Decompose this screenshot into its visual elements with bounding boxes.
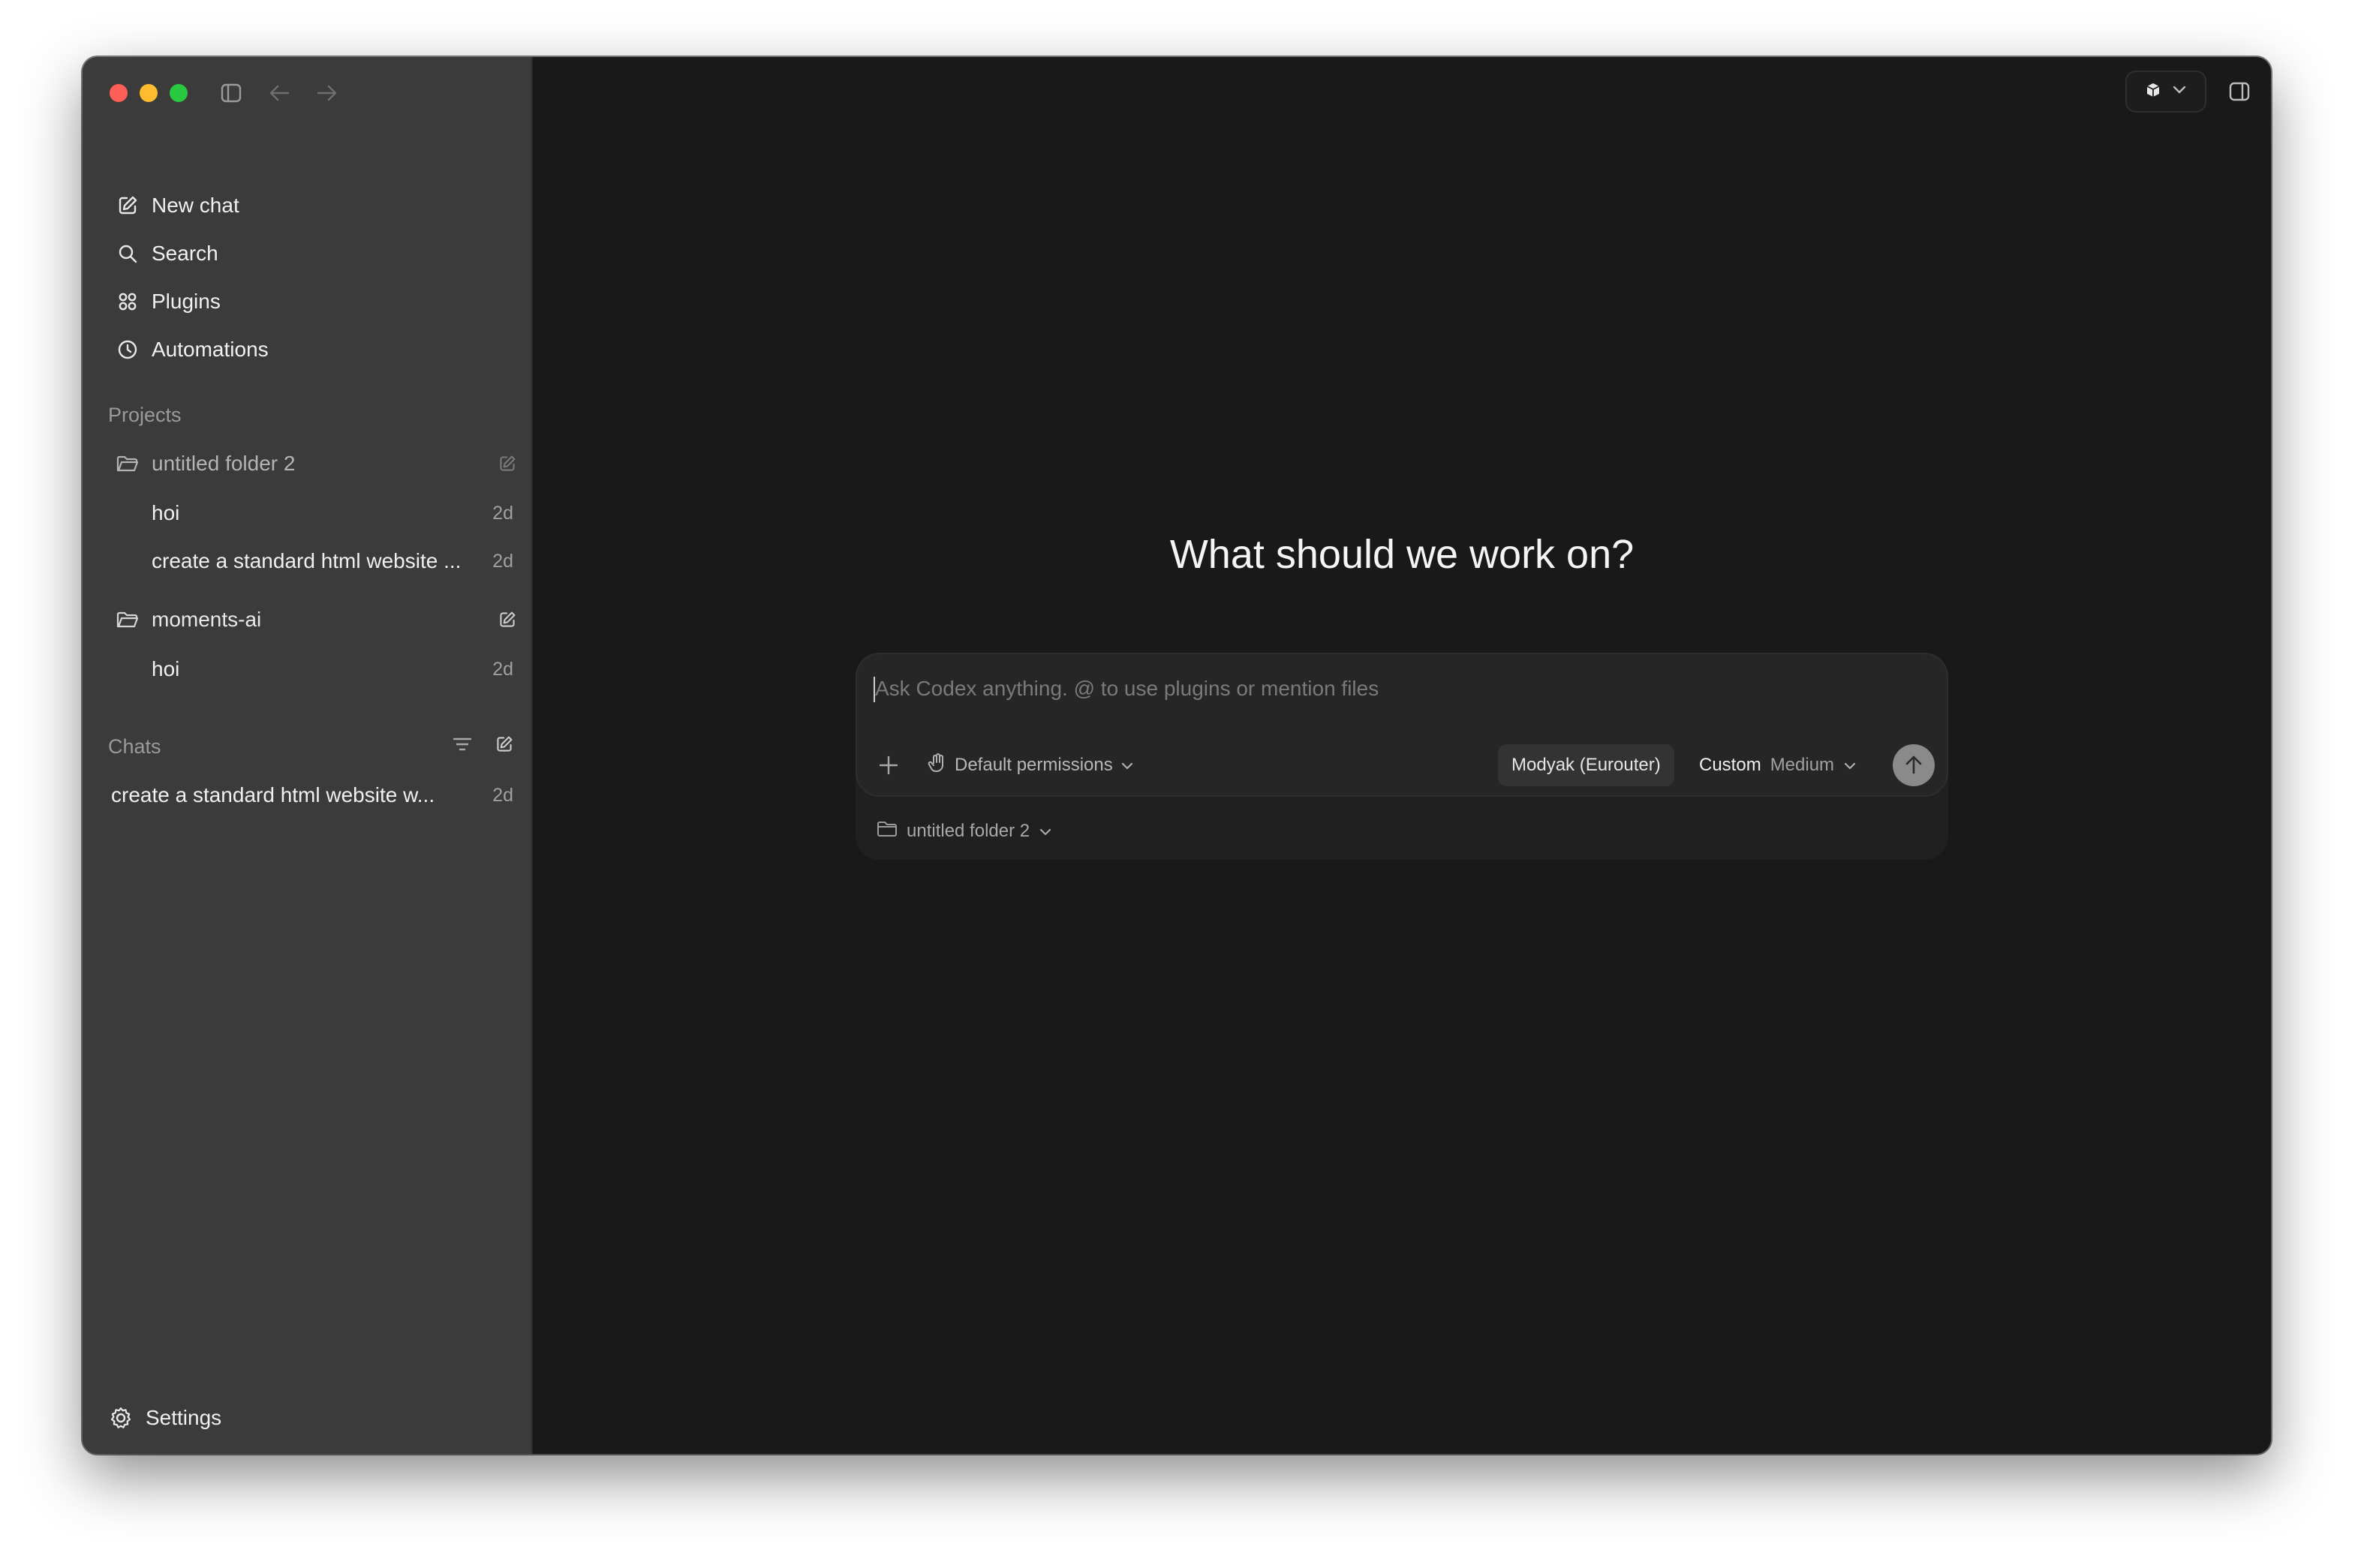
permissions-dropdown[interactable]: Default permissions	[928, 750, 1134, 780]
cube-icon	[2145, 82, 2161, 102]
titlebar	[83, 57, 531, 125]
nav-search[interactable]: Search	[105, 230, 525, 278]
new-chat-icon[interactable]	[492, 732, 516, 756]
model-selector[interactable]: Modyak (Eurouter)	[1498, 744, 1674, 786]
chevron-down-icon	[1843, 755, 1857, 776]
thread-age: 2d	[492, 658, 513, 680]
toggle-panel-icon[interactable]	[2227, 80, 2251, 104]
project-name: untitled folder 2	[152, 452, 296, 475]
chevron-down-icon	[1120, 755, 1134, 776]
toggle-sidebar-icon[interactable]	[218, 80, 245, 107]
settings-label: Settings	[146, 1406, 222, 1429]
maximize-window-button[interactable]	[170, 84, 188, 102]
thread-age: 2d	[492, 502, 513, 524]
compose-icon	[116, 194, 140, 218]
chevron-down-icon	[2172, 85, 2187, 99]
projects-heading: Projects	[108, 404, 182, 426]
reasoning-effort-dropdown[interactable]: Custom Medium	[1699, 750, 1857, 780]
nav-label: Plugins	[152, 290, 221, 313]
nav-label: Automations	[152, 338, 269, 361]
nav-new-chat[interactable]: New chat	[105, 182, 525, 230]
grid-icon	[116, 290, 140, 314]
effort-label: Medium	[1770, 755, 1835, 775]
thread-item[interactable]: hoi 2d	[105, 645, 525, 693]
thread-item[interactable]: hoi 2d	[105, 489, 525, 537]
search-icon	[116, 242, 140, 266]
settings-button[interactable]: Settings	[108, 1394, 221, 1442]
close-window-button[interactable]	[110, 84, 128, 102]
project-name: moments-ai	[152, 608, 262, 631]
arrow-right-icon[interactable]	[314, 80, 341, 107]
minimize-window-button[interactable]	[140, 84, 158, 102]
nav-label: Search	[152, 242, 218, 265]
send-button[interactable]	[1893, 744, 1935, 786]
thread-age: 2d	[492, 550, 513, 572]
composer-container: Ask Codex anything. @ to use plugins or …	[856, 653, 1948, 860]
thread-title: hoi	[152, 657, 180, 680]
nav-plugins[interactable]: Plugins	[105, 278, 525, 326]
chevron-down-icon	[1039, 821, 1052, 842]
composer[interactable]: Ask Codex anything. @ to use plugins or …	[856, 653, 1948, 797]
folder-icon	[877, 820, 898, 843]
chat-age: 2d	[492, 784, 513, 806]
folder-label: untitled folder 2	[907, 821, 1030, 841]
clock-icon	[116, 338, 140, 362]
hand-icon	[928, 752, 947, 779]
thread-item[interactable]: create a standard html website ... 2d	[105, 537, 525, 585]
prompt-input[interactable]: Ask Codex anything. @ to use plugins or …	[875, 677, 1379, 701]
nav-label: New chat	[152, 194, 239, 217]
gear-icon	[108, 1405, 134, 1431]
nav-automations[interactable]: Automations	[105, 326, 525, 374]
new-thread-icon[interactable]	[495, 452, 519, 476]
workspace-folder-dropdown[interactable]: untitled folder 2	[877, 816, 1052, 846]
project-untitled-folder-2[interactable]: untitled folder 2	[105, 440, 525, 488]
chat-item[interactable]: create a standard html website w... 2d	[105, 771, 525, 819]
thread-title: create a standard html website ...	[152, 549, 462, 572]
main-panel: What should we work on? Ask Codex anythi…	[533, 57, 2271, 1454]
folder-open-icon	[116, 452, 140, 476]
folder-open-icon	[116, 608, 140, 632]
new-thread-icon[interactable]	[495, 608, 519, 632]
arrow-left-icon[interactable]	[266, 80, 293, 107]
permissions-label: Default permissions	[955, 755, 1113, 775]
open-in-menu-button[interactable]	[2125, 71, 2206, 113]
mode-label: Custom	[1699, 755, 1761, 775]
chats-heading: Chats	[108, 735, 161, 758]
filter-icon[interactable]	[450, 732, 474, 756]
chat-title: create a standard html website w...	[111, 783, 435, 807]
page-title: What should we work on?	[1169, 532, 1635, 577]
arrow-up-icon	[1905, 755, 1922, 774]
project-moments-ai[interactable]: moments-ai	[105, 596, 525, 644]
thread-title: hoi	[152, 501, 180, 524]
plus-icon[interactable]	[874, 750, 904, 780]
sidebar: New chat Search Plugins Automations Proj…	[83, 57, 533, 1454]
app-window: New chat Search Plugins Automations Proj…	[83, 57, 2271, 1454]
sidebar-nav: New chat Search Plugins Automations	[105, 182, 525, 374]
